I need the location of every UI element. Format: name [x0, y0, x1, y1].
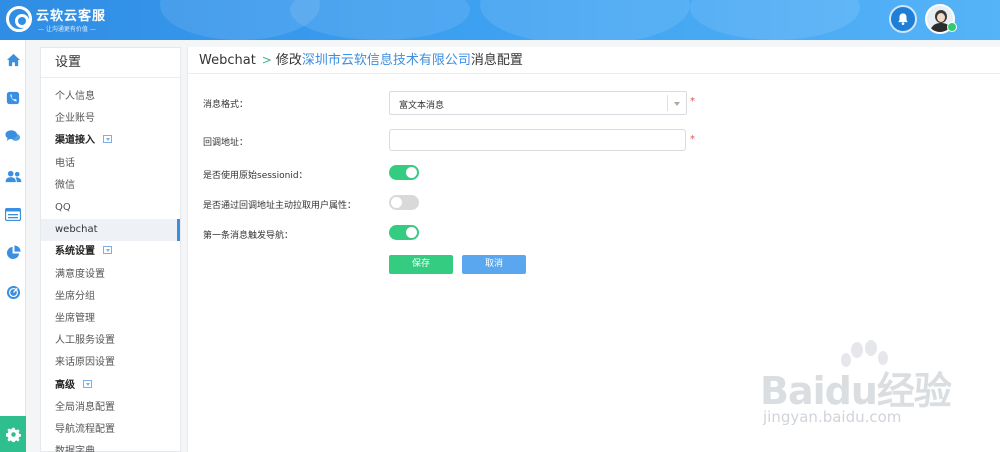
rail-monitor[interactable]: [0, 280, 26, 304]
menu-item-label: 个人信息: [55, 91, 95, 102]
menu-item[interactable]: 电话: [41, 153, 180, 175]
menu-item-label: QQ: [55, 202, 71, 213]
settings-menu: 设置 个人信息企业账号渠道接入电话微信 QQ webchat 系统设置满意度设置坐席分…: [40, 47, 181, 452]
pull-user-attrs-toggle[interactable]: [389, 195, 419, 210]
message-format-select[interactable]: 富文本消息: [389, 91, 687, 115]
menu-item[interactable]: QQ: [41, 197, 180, 219]
collapse-toggle-icon[interactable]: [103, 246, 112, 255]
cancel-button[interactable]: 取消: [462, 255, 526, 274]
callback-url-input[interactable]: [389, 129, 686, 151]
rail-settings[interactable]: [0, 416, 26, 452]
phone-icon: [6, 91, 20, 105]
chevron-down-icon: [674, 102, 680, 106]
menu-item-label: 导航流程配置: [55, 424, 115, 435]
breadcrumb-company: 深圳市云软信息技术有限公司: [301, 53, 471, 68]
menu-title: 设置: [41, 48, 180, 78]
callback-url-label: 回调地址：: [203, 138, 249, 148]
notification-button[interactable]: [889, 5, 917, 33]
gear-icon: [5, 427, 21, 442]
collapse-toggle-icon[interactable]: [83, 379, 92, 388]
logo-subtitle: — 让沟通更有价值 —: [38, 26, 96, 33]
breadcrumb-separator: >: [261, 53, 272, 67]
menu-item[interactable]: 数据字典: [41, 441, 180, 452]
icon-rail: [0, 40, 26, 452]
menu-item[interactable]: 坐席管理: [41, 308, 180, 330]
menu-item-label: 企业账号: [55, 113, 95, 125]
menu-item[interactable]: 微信: [41, 175, 180, 197]
required-mark: *: [690, 96, 695, 107]
top-header: 云软云客服 — 让沟通更有价值 —: [0, 0, 1000, 40]
use-original-session-toggle[interactable]: [389, 165, 419, 180]
menu-item-label: 渠道接入: [55, 135, 95, 147]
menu-item-label: 电话: [55, 157, 75, 169]
menu-item-label: 人工服务设置: [55, 335, 115, 347]
required-mark: *: [690, 134, 695, 145]
menu-item-label: 满意度设置: [55, 268, 105, 280]
message-format-label: 消息格式：: [203, 100, 249, 110]
rail-home[interactable]: [0, 48, 26, 72]
app-logo[interactable]: 云软云客服 — 让沟通更有价值 —: [6, 4, 156, 36]
rail-users[interactable]: [0, 164, 26, 188]
menu-item-label: webchat: [55, 224, 98, 236]
menu-item-label: 来话原因设置: [55, 357, 115, 369]
menu-item[interactable]: 企业账号: [41, 108, 180, 130]
online-status-badge: [947, 22, 957, 32]
use-original-session-label: 是否使用原始sessionid：: [203, 171, 308, 181]
pie-chart-icon: [6, 244, 21, 259]
collapse-toggle-icon[interactable]: [103, 135, 112, 144]
menu-item[interactable]: 个人信息: [41, 86, 180, 108]
menu-group-header[interactable]: 渠道接入: [41, 130, 180, 152]
header-decoration: [290, 0, 470, 40]
menu-item[interactable]: 全局消息配置: [41, 397, 180, 419]
menu-item-label: 坐席分组: [55, 290, 95, 302]
breadcrumb-root[interactable]: Webchat: [199, 53, 256, 68]
rail-chat[interactable]: [0, 124, 26, 148]
menu-item[interactable]: 满意度设置: [41, 264, 180, 286]
rail-list[interactable]: [0, 202, 26, 226]
users-icon: [5, 170, 21, 182]
list-icon: [5, 207, 21, 221]
header-decoration: [480, 0, 690, 40]
message-format-value: 富文本消息: [399, 101, 445, 111]
menu-item[interactable]: 人工服务设置: [41, 330, 180, 352]
chat-icon: [5, 130, 21, 141]
pull-user-attrs-label: 是否通过回调地址主动拉取用户属性：: [203, 201, 357, 211]
menu-item[interactable]: 坐席分组: [41, 286, 180, 308]
save-button[interactable]: 保存: [389, 255, 453, 274]
monitor-icon: [6, 285, 20, 299]
first-message-nav-toggle[interactable]: [389, 225, 419, 240]
menu-item-label: 全局消息配置: [55, 401, 115, 413]
logo-title: 云软云客服: [36, 9, 107, 24]
menu-item-label: 数据字典: [55, 446, 95, 452]
menu-item-label: 高级: [55, 379, 75, 391]
menu-item-label: 系统设置: [55, 246, 95, 258]
menu-item[interactable]: 来话原因设置: [41, 352, 180, 374]
logo-icon: [6, 6, 32, 32]
rail-phone[interactable]: [0, 86, 26, 110]
menu-item-label: 微信: [55, 179, 75, 191]
menu-group-header[interactable]: 高级: [41, 375, 180, 397]
breadcrumb: Webchat > 修改深圳市云软信息技术有限公司消息配置: [188, 47, 1000, 74]
watermark-text: Baidu经验: [760, 369, 952, 413]
bell-icon: [898, 13, 908, 25]
header-decoration: [690, 0, 860, 40]
menu-group-header[interactable]: 系统设置: [41, 241, 180, 263]
home-icon: [6, 53, 20, 67]
breadcrumb-suffix: 消息配置: [470, 53, 523, 68]
menu-item[interactable]: webchat: [41, 219, 180, 242]
breadcrumb-prefix: 修改: [275, 53, 302, 68]
watermark-url: jingyan.baidu.com: [763, 408, 902, 426]
first-message-nav-label: 第一条消息触发导航：: [203, 231, 294, 241]
menu-item[interactable]: 导航流程配置: [41, 419, 180, 441]
rail-report[interactable]: [0, 240, 26, 264]
baidu-watermark: Baidu经验 jingyan.baidu.com: [757, 340, 957, 435]
menu-item-label: 坐席管理: [55, 313, 95, 324]
